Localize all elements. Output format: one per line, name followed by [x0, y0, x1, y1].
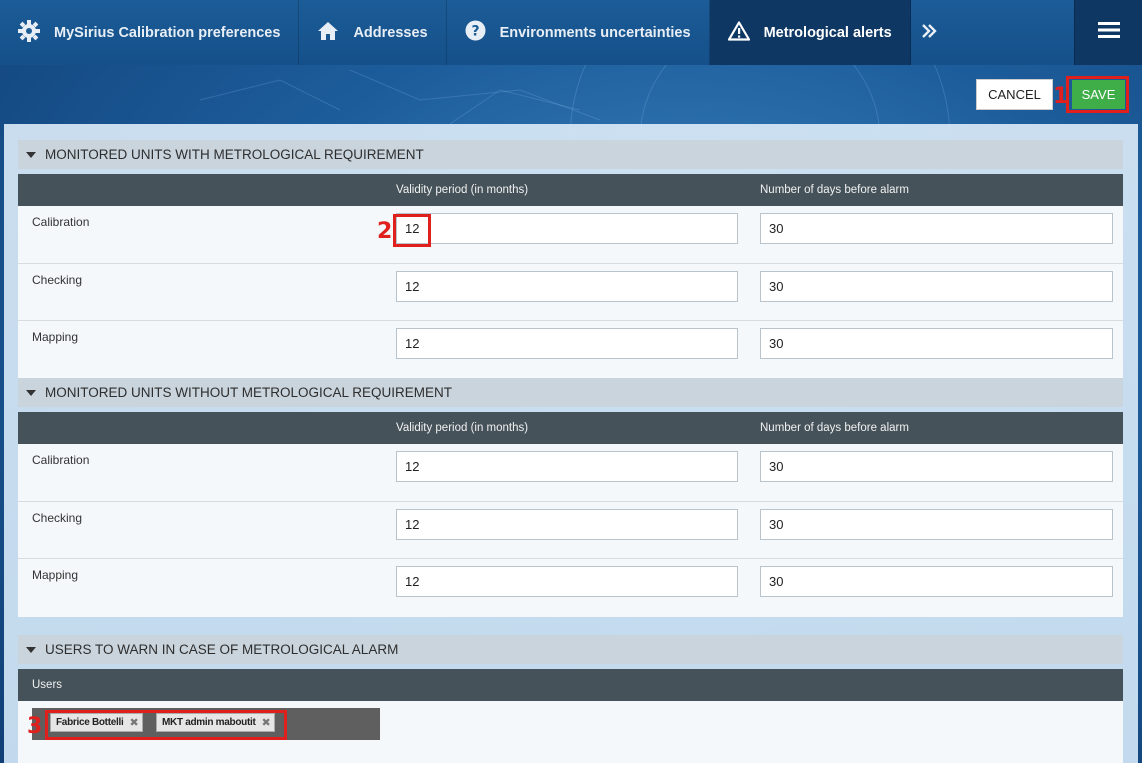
- users-to-warn-header[interactable]: USERS TO WARN IN CASE OF METROLOGICAL AL…: [18, 635, 1123, 664]
- annotation-marker-2: 2: [377, 219, 393, 244]
- double-chevron-right-icon: [921, 23, 937, 42]
- days-input[interactable]: [760, 270, 1113, 302]
- section-title: MONITORED UNITS WITHOUT METROLOGICAL REQ…: [45, 385, 453, 400]
- tab-environments-uncertainties[interactable]: ? Environments uncertainties: [447, 0, 710, 65]
- row-label: Checking: [32, 272, 83, 287]
- tab-label: MySirius Calibration preferences: [54, 24, 281, 41]
- tab-addresses[interactable]: Addresses: [299, 0, 447, 65]
- user-tag-label: MKT admin maboutit: [162, 717, 256, 728]
- question-icon: ?: [465, 20, 486, 45]
- tab-label: Metrological alerts: [763, 24, 892, 41]
- row-label: Checking: [32, 510, 83, 525]
- cancel-button[interactable]: CANCEL: [976, 79, 1053, 110]
- validity-input[interactable]: [396, 508, 738, 540]
- annotation-marker-1: 1: [1053, 84, 1069, 109]
- user-tag: Fabrice Bottelli ✖: [50, 713, 144, 732]
- gear-icon: [18, 19, 40, 46]
- table-row: Mapping: [18, 559, 1123, 617]
- table-row: Checking: [18, 263, 1123, 321]
- row-label: Mapping: [32, 330, 79, 344]
- row-label: Mapping: [32, 568, 79, 582]
- section-without-requirement-header[interactable]: MONITORED UNITS WITHOUT METROLOGICAL REQ…: [18, 378, 1123, 407]
- without-requirement-table: Validity period (in months) Number of da…: [18, 412, 1123, 617]
- days-input[interactable]: [760, 328, 1113, 359]
- caret-down-icon: [26, 389, 36, 396]
- with-requirement-table: Validity period (in months) Number of da…: [18, 174, 1123, 379]
- tab-metrological-alerts[interactable]: Metrological alerts: [709, 0, 911, 65]
- validity-input[interactable]: [396, 566, 738, 597]
- hamburger-icon: [1097, 21, 1120, 44]
- top-navigation: MySirius Calibration preferences Address…: [0, 0, 1142, 65]
- section-title: MONITORED UNITS WITH METROLOGICAL REQUIR…: [45, 147, 424, 162]
- column-users: Users: [32, 679, 63, 691]
- validity-input[interactable]: [396, 213, 738, 244]
- main-menu-button[interactable]: [1074, 0, 1142, 65]
- remove-tag-icon[interactable]: ✖: [129, 716, 138, 729]
- caret-down-icon: [26, 151, 36, 158]
- tab-label: Environments uncertainties: [499, 24, 691, 41]
- column-validity-period: Validity period (in months): [396, 422, 529, 434]
- section-with-requirement-header[interactable]: MONITORED UNITS WITH METROLOGICAL REQUIR…: [18, 140, 1123, 169]
- user-tag-label: Fabrice Bottelli: [56, 717, 124, 728]
- column-days-before-alarm: Number of days before alarm: [760, 422, 909, 434]
- row-label: Calibration: [32, 215, 90, 229]
- validity-input[interactable]: [396, 451, 738, 482]
- validity-input[interactable]: [396, 270, 738, 302]
- table-row: Checking: [18, 501, 1123, 559]
- annotation-marker-3: 3: [27, 714, 43, 739]
- days-input[interactable]: [760, 566, 1113, 597]
- table-header: Validity period (in months) Number of da…: [18, 412, 1123, 444]
- content-panel: MONITORED UNITS WITH METROLOGICAL REQUIR…: [4, 124, 1138, 763]
- tab-calibration-preferences[interactable]: MySirius Calibration preferences: [0, 0, 300, 65]
- users-table-header: Users: [18, 669, 1123, 701]
- more-tabs-button[interactable]: [911, 0, 947, 65]
- section-title: USERS TO WARN IN CASE OF METROLOGICAL AL…: [45, 642, 399, 657]
- remove-tag-icon[interactable]: ✖: [261, 716, 270, 729]
- users-tag-input[interactable]: Fabrice Bottelli ✖ MKT admin maboutit ✖: [32, 708, 380, 740]
- column-days-before-alarm: Number of days before alarm: [760, 184, 909, 196]
- table-header: Validity period (in months) Number of da…: [18, 174, 1123, 206]
- tab-label: Addresses: [353, 24, 428, 41]
- caret-down-icon: [26, 646, 36, 653]
- column-validity-period: Validity period (in months): [396, 184, 529, 196]
- table-row: Calibration: [18, 206, 1123, 264]
- table-row: Mapping: [18, 321, 1123, 379]
- days-input[interactable]: [760, 508, 1113, 540]
- user-tag: MKT admin maboutit ✖: [156, 713, 276, 732]
- row-label: Calibration: [32, 453, 90, 467]
- save-button[interactable]: SAVE: [1072, 80, 1125, 109]
- warning-icon: [727, 20, 750, 45]
- table-row: Calibration: [18, 444, 1123, 502]
- days-input[interactable]: [760, 213, 1113, 244]
- validity-input[interactable]: [396, 328, 738, 359]
- days-input[interactable]: [760, 451, 1113, 482]
- home-icon: [317, 21, 339, 45]
- svg-text:?: ?: [471, 24, 479, 40]
